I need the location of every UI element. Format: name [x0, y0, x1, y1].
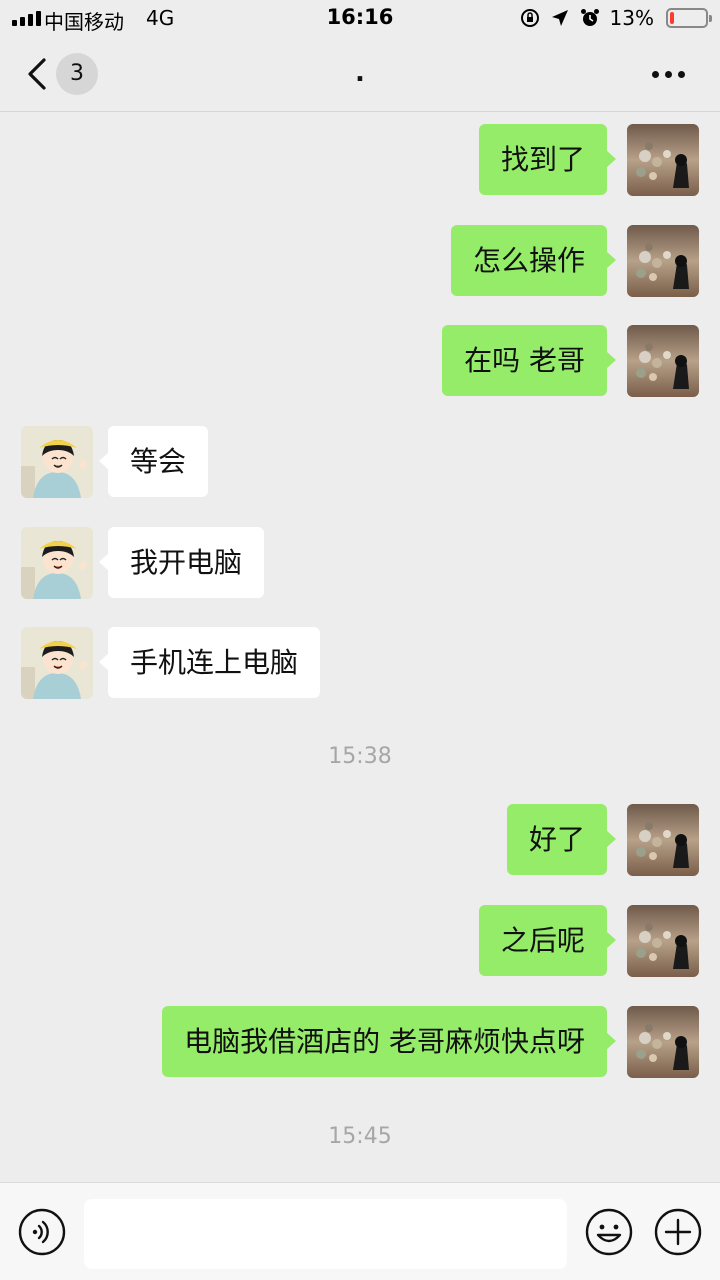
status-bar: 中国移动 4G 16:16 13%	[0, 0, 720, 36]
input-bar	[0, 1182, 720, 1280]
message-bubble[interactable]: 等会	[98, 426, 209, 497]
battery-percent: 13%	[609, 6, 654, 30]
message-timestamp: 15:38	[328, 744, 392, 769]
avatar-contact[interactable]	[21, 527, 93, 599]
chat-title: .	[355, 58, 365, 88]
battery-level-fill	[670, 12, 674, 24]
alarm-icon	[580, 9, 599, 26]
lock-rotation-icon	[520, 9, 539, 27]
message-row-outgoing: 电脑我借酒店的 老哥麻烦快点呀	[0, 1006, 720, 1078]
location-arrow-icon	[551, 10, 568, 26]
message-list[interactable]: 找到了 怎么操作 在吗 老哥 等会 我开电脑 手机连上电脑 15:38 好了 之…	[0, 112, 720, 1182]
avatar-contact[interactable]	[21, 426, 93, 498]
message-row-outgoing: 怎么操作	[0, 225, 720, 297]
avatar-contact[interactable]	[21, 627, 93, 699]
message-timestamp: 15:45	[328, 1124, 392, 1149]
message-bubble[interactable]: 怎么操作	[450, 225, 617, 296]
battery-icon	[666, 8, 712, 28]
voice-icon[interactable]	[17, 1207, 67, 1257]
message-bubble[interactable]: 电脑我借酒店的 老哥麻烦快点呀	[162, 1006, 616, 1077]
message-bubble[interactable]: 找到了	[478, 124, 617, 195]
message-bubble[interactable]: 好了	[506, 804, 617, 875]
message-input[interactable]	[84, 1199, 567, 1269]
message-bubble[interactable]: 在吗 老哥	[442, 325, 616, 396]
message-bubble[interactable]: 我开电脑	[98, 527, 265, 598]
message-row-incoming: 手机连上电脑	[0, 627, 720, 699]
message-row-outgoing: 找到了	[0, 124, 720, 196]
message-row-outgoing: 在吗 老哥	[0, 325, 720, 397]
chat-header: 3 .	[0, 36, 720, 112]
avatar-self[interactable]	[627, 804, 699, 876]
emoji-icon[interactable]	[584, 1207, 634, 1257]
message-row-outgoing: 好了	[0, 804, 720, 876]
message-row-incoming: 等会	[0, 426, 720, 498]
message-row-outgoing: 之后呢	[0, 905, 720, 977]
more-dots-icon[interactable]	[652, 64, 692, 84]
avatar-self[interactable]	[627, 1006, 699, 1078]
plus-icon[interactable]	[653, 1207, 703, 1257]
avatar-self[interactable]	[627, 124, 699, 196]
message-row-incoming: 我开电脑	[0, 527, 720, 599]
message-bubble[interactable]: 手机连上电脑	[98, 627, 321, 698]
avatar-self[interactable]	[627, 905, 699, 977]
avatar-self[interactable]	[627, 325, 699, 397]
avatar-self[interactable]	[627, 225, 699, 297]
message-bubble[interactable]: 之后呢	[478, 905, 617, 976]
